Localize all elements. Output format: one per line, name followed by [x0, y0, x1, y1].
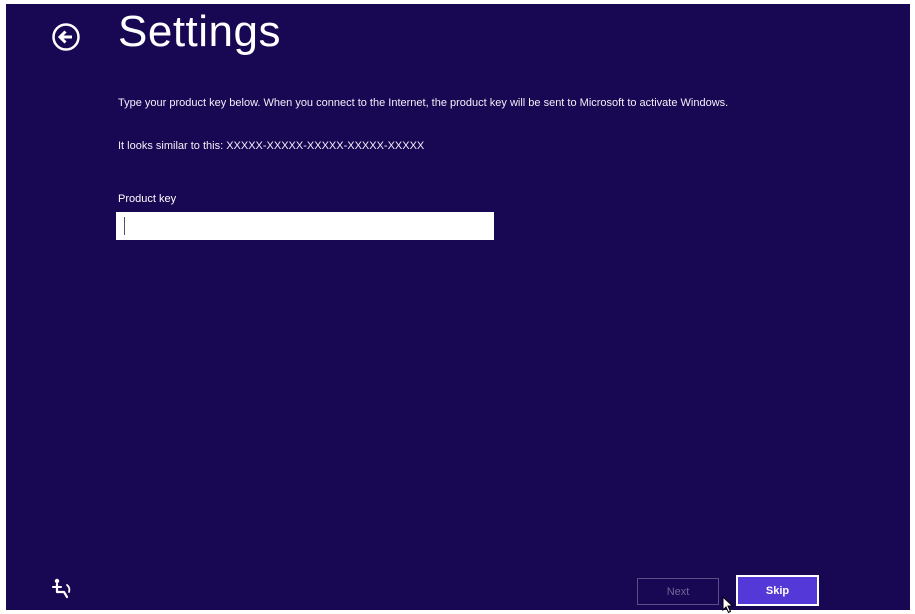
skip-button[interactable]: Skip [736, 575, 819, 606]
setup-screen: Settings Type your product key below. Wh… [6, 4, 910, 614]
instructions-text: Type your product key below. When you co… [118, 97, 729, 109]
ease-of-access-icon [52, 578, 71, 599]
ease-of-access-button[interactable] [50, 576, 74, 600]
product-key-label: Product key [118, 193, 177, 205]
back-button[interactable] [51, 22, 81, 52]
next-button[interactable]: Next [637, 578, 719, 605]
product-key-input[interactable] [116, 212, 494, 240]
product-key-example: It looks similar to this: XXXXX-XXXXX-XX… [118, 140, 425, 152]
page-title: Settings [118, 7, 281, 56]
mouse-pointer-icon [722, 596, 734, 614]
text-caret [124, 217, 125, 235]
back-arrow-circle-icon [52, 23, 80, 51]
